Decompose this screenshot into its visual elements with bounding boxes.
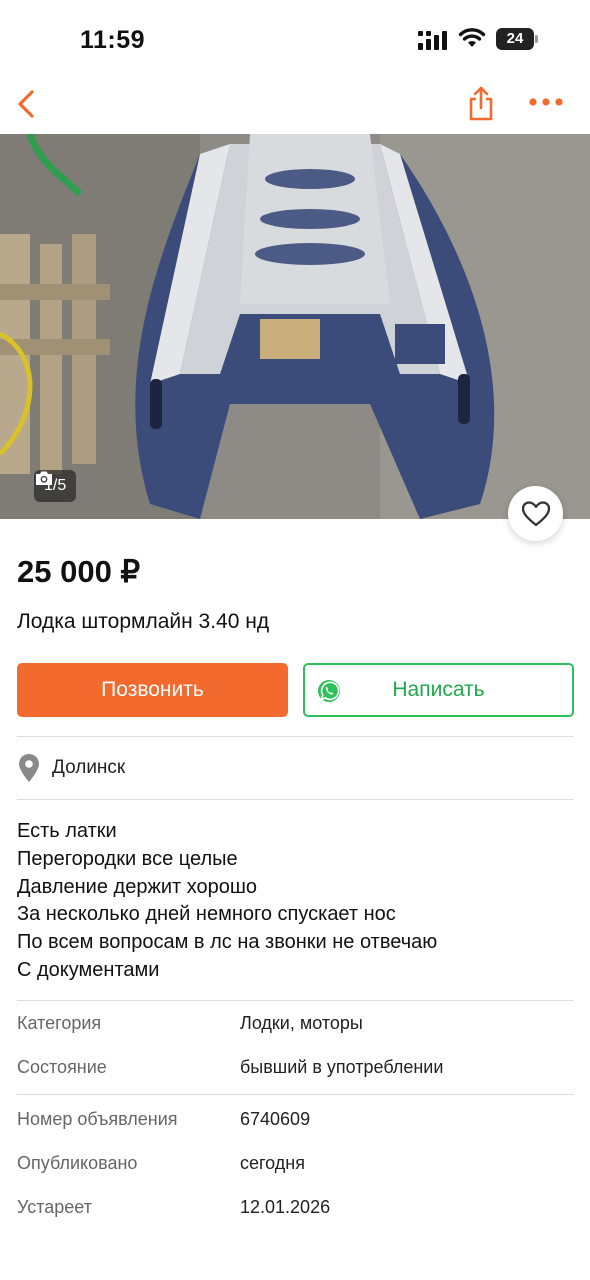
location-pin-icon [19,754,39,782]
detail-key: Опубликовано [17,1153,138,1173]
divider [17,799,574,800]
heart-icon [521,500,550,526]
detail-key: Устареет [17,1197,92,1217]
detail-value: 6740609 [240,1109,311,1129]
boat-photo-illustration [0,134,590,519]
whatsapp-icon [318,680,340,702]
detail-value[interactable]: Лодки, моторы [240,1013,363,1034]
description-line: По всем вопросам в лс на звонки не отвеч… [17,931,438,954]
share-icon[interactable] [466,84,496,124]
listing-photo[interactable]: 1/5 [0,134,590,519]
location-text: Долинск [52,757,126,778]
description-line: За несколько дней немного спускает нос [17,903,396,926]
call-button[interactable]: Позвонить [17,663,288,717]
nav-bar [0,80,590,134]
listing-description: Есть латки Перегородки все целые Давлени… [17,818,437,985]
message-button[interactable]: Написать [303,663,574,717]
wifi-icon [458,28,486,47]
detail-key: Номер объявления [17,1109,178,1129]
divider [17,736,574,737]
call-button-label: Позвонить [101,678,204,701]
cellular-signal-icon [418,31,447,50]
status-bar: 11:59 24 [0,0,590,80]
favorite-button[interactable] [508,486,563,541]
description-line: Есть латки [17,820,117,842]
battery-icon: 24 [496,28,538,50]
detail-row-listing-number: Номер объявления 6740609 [17,1109,577,1137]
more-dots-icon[interactable] [528,94,564,110]
detail-row-condition: Состояние бывший в употреблении [17,1057,577,1085]
detail-value: сегодня [240,1153,305,1173]
detail-key: Категория [17,1013,102,1033]
divider [17,1094,574,1095]
status-time: 11:59 [80,26,146,54]
photo-counter: 1/5 [34,470,77,502]
location-row[interactable]: Долинск [17,752,125,784]
listing-price: 25 000 ₽ [17,554,141,589]
detail-value: 12.01.2026 [240,1197,331,1217]
detail-row-published: Опубликовано сегодня [17,1153,577,1181]
camera-icon [36,471,52,485]
description-line: Давление держит хорошо [17,875,258,898]
message-button-label: Написать [392,678,485,701]
description-line: С документами [17,958,160,981]
chevron-left-icon[interactable] [12,86,42,122]
battery-level: 24 [506,30,524,47]
detail-value: бывший в употреблении [240,1057,444,1077]
description-line: Перегородки все целые [17,847,238,870]
detail-row-category: Категория Лодки, моторы [17,1013,577,1041]
listing-title: Лодка штормлайн 3.40 нд [17,610,270,633]
detail-key: Состояние [17,1057,107,1077]
detail-row-expires: Устареет 12.01.2026 [17,1197,577,1225]
divider [17,1000,574,1001]
